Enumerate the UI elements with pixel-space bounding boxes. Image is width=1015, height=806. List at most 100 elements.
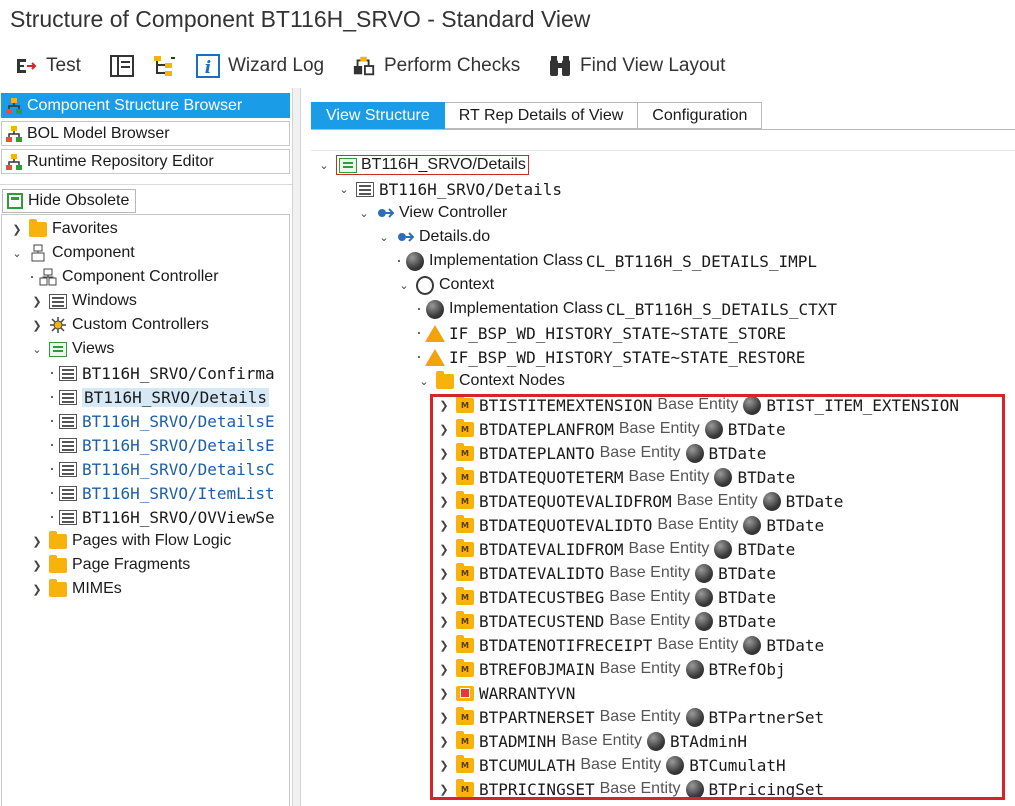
history-restore-node[interactable]: IF_BSP_WD_HISTORY_STATE~STATE_RESTORE [417,345,805,369]
tree-node-favorites[interactable]: ❯ Favorites [10,217,118,241]
expand-icon[interactable]: ❯ [30,294,44,308]
expand-icon[interactable]: ❯ [437,518,451,532]
collapse-icon[interactable]: ⌄ [30,342,44,356]
tree-node-component-controller[interactable]: Component Controller [30,265,219,289]
leaf-bullet [417,355,421,359]
collapse-icon[interactable]: ⌄ [357,206,371,220]
context-node-row[interactable]: ❯ WARRANTYVN [437,681,575,705]
tree-node-views[interactable]: ⌄ Views [30,337,114,361]
context-node-row[interactable]: ❯ M BTPARTNERSET Base Entity BTPartnerSet [437,705,824,729]
expand-icon[interactable]: ❯ [30,558,44,572]
expand-icon[interactable]: ❯ [437,446,451,460]
expand-icon[interactable]: ❯ [437,686,451,700]
node-name: BTPARTNERSET [479,707,595,727]
view-item[interactable]: BT116H_SRVO/ItemList [50,481,275,505]
collapse-icon[interactable]: ⌄ [377,230,391,244]
collapse-icon[interactable]: ⌄ [337,182,351,196]
view-item-selected[interactable]: BT116H_SRVO/Details [50,385,270,409]
tree-node-component[interactable]: ⌄ Component [10,241,135,265]
view-node[interactable]: ⌄ BT116H_SRVO/Details [337,177,562,201]
expand-icon[interactable]: ❯ [30,534,44,548]
root-node[interactable]: ⌄ BT116H_SRVO/Details [317,153,529,177]
leaf-bullet [397,259,401,263]
tree-node-custom-controllers[interactable]: ❯ Custom Controllers [30,313,209,337]
runtime-repository-editor-button[interactable]: Runtime Repository Editor [1,149,290,174]
expand-icon[interactable]: ❯ [437,638,451,652]
view-item[interactable]: BT116H_SRVO/OVViewSe [50,505,275,529]
context-node-row[interactable]: ❯ M BTPRICINGSET Base Entity BTPricingSet [437,777,824,801]
context-node-row[interactable]: ❯ M BTDATEVALIDTO Base Entity BTDate [437,561,776,585]
context-node-row[interactable]: ❯ M BTDATEVALIDFROM Base Entity BTDate [437,537,795,561]
display-layout-button[interactable] [110,46,134,86]
context-node-row[interactable]: ❯ M BTDATECUSTEND Base Entity BTDate [437,609,776,633]
test-button[interactable]: Test [14,46,81,86]
view-controller-node[interactable]: ⌄ View Controller [357,201,507,225]
expand-icon[interactable]: ❯ [10,222,24,236]
expand-icon[interactable]: ❯ [437,470,451,484]
pane-splitter[interactable] [292,88,301,806]
expand-icon[interactable]: ❯ [437,710,451,724]
context-node-row[interactable]: ❯ M BTDATEPLANTO Base Entity BTDate [437,441,766,465]
context-node-row[interactable]: ❯ M BTREFOBJMAIN Base Entity BTRefObj [437,657,786,681]
view-item[interactable]: BT116H_SRVO/DetailsC [50,457,275,481]
details-do-node[interactable]: ⌄ Details.do [377,225,490,249]
tree-node-pages-with-flow-logic[interactable]: ❯ Pages with Flow Logic [30,529,231,553]
bol-model-browser-button[interactable]: BOL Model Browser [1,121,290,146]
expand-icon[interactable]: ❯ [437,662,451,676]
tab-configuration[interactable]: Configuration [638,102,763,129]
perform-checks-button[interactable]: Perform Checks [352,46,520,86]
context-node-row[interactable]: ❯ M BTADMINH Base Entity BTAdminH [437,729,747,753]
expand-icon[interactable]: ❯ [30,318,44,332]
expand-icon[interactable]: ❯ [437,542,451,556]
view-item[interactable]: BT116H_SRVO/DetailsE [50,409,275,433]
expand-icon[interactable]: ❯ [437,398,451,412]
ctx-impl-class-node[interactable]: Implementation Class CL_BT116H_S_DETAILS… [417,297,837,321]
context-node-row[interactable]: ❯ M BTDATECUSTBEG Base Entity BTDate [437,585,776,609]
tab-view-structure[interactable]: View Structure [311,102,445,129]
model-node-icon: M [456,706,474,726]
tree-node-mimes[interactable]: ❯ MIMEs [30,577,122,601]
collapse-icon[interactable]: ⌄ [397,278,411,292]
collapse-icon[interactable]: ⌄ [417,374,431,388]
context-node-row[interactable]: ❯ M BTDATEQUOTETERM Base Entity BTDate [437,465,795,489]
tree-node-windows[interactable]: ❯ Windows [30,289,137,313]
expand-icon[interactable]: ❯ [437,758,451,772]
context-node-row[interactable]: ❯ M BTDATENOTIFRECEIPT Base Entity BTDate [437,633,824,657]
hide-obsolete-button[interactable]: Hide Obsolete [2,189,136,213]
test-label: Test [46,55,81,76]
tree-node-page-fragments[interactable]: ❯ Page Fragments [30,553,190,577]
expand-icon[interactable]: ❯ [437,566,451,580]
node-name: BTDATEQUOTETERM [479,467,624,487]
context-node-row[interactable]: ❯ M BTISTITEMEXTENSION Base Entity BTIST_ITE… [437,393,959,417]
base-entity-label: Base Entity [580,756,662,773]
collapse-icon[interactable]: ⌄ [317,158,331,172]
entity-name: BTAdminH [670,731,748,751]
view-icon [59,484,77,502]
wizard-log-button[interactable]: i Wizard Log [196,46,324,86]
entity-icon [647,731,665,751]
collapse-icon[interactable]: ⌄ [10,246,24,260]
expand-icon[interactable]: ❯ [437,494,451,508]
context-node-row[interactable]: ❯ M BTDATEQUOTEVALIDFROM Base Entity BTDate [437,489,843,513]
hierarchy-button[interactable] [153,46,177,86]
component-structure-browser-button[interactable]: Component Structure Browser [1,93,290,118]
expand-icon[interactable]: ❯ [437,782,451,796]
view-item[interactable]: BT116H_SRVO/Confirma [50,361,275,385]
expand-icon[interactable]: ❯ [437,422,451,436]
view-item[interactable]: BT116H_SRVO/DetailsE [50,433,275,457]
context-node-row[interactable]: ❯ M BTCUMULATH Base Entity BTCumulatH [437,753,786,777]
context-node[interactable]: ⌄ Context [397,273,494,297]
tab-rt-rep-details[interactable]: RT Rep Details of View [444,102,639,129]
expand-icon[interactable]: ❯ [30,582,44,596]
svg-text:i: i [205,58,211,78]
context-node-row[interactable]: ❯ M BTDATEQUOTEVALIDTO Base Entity BTDate [437,513,824,537]
context-nodes-folder[interactable]: ⌄ Context Nodes [417,369,565,393]
history-store-node[interactable]: IF_BSP_WD_HISTORY_STATE~STATE_STORE [417,321,786,345]
find-view-layout-button[interactable]: Find View Layout [548,46,725,86]
impl-class-node[interactable]: Implementation Class CL_BT116H_S_DETAILS… [397,249,817,273]
expand-icon[interactable]: ❯ [437,590,451,604]
context-node-row[interactable]: ❯ M BTDATEPLANFROM Base Entity BTDate [437,417,786,441]
expand-icon[interactable]: ❯ [437,734,451,748]
entity-name: BTPartnerSet [708,707,825,727]
expand-icon[interactable]: ❯ [437,614,451,628]
